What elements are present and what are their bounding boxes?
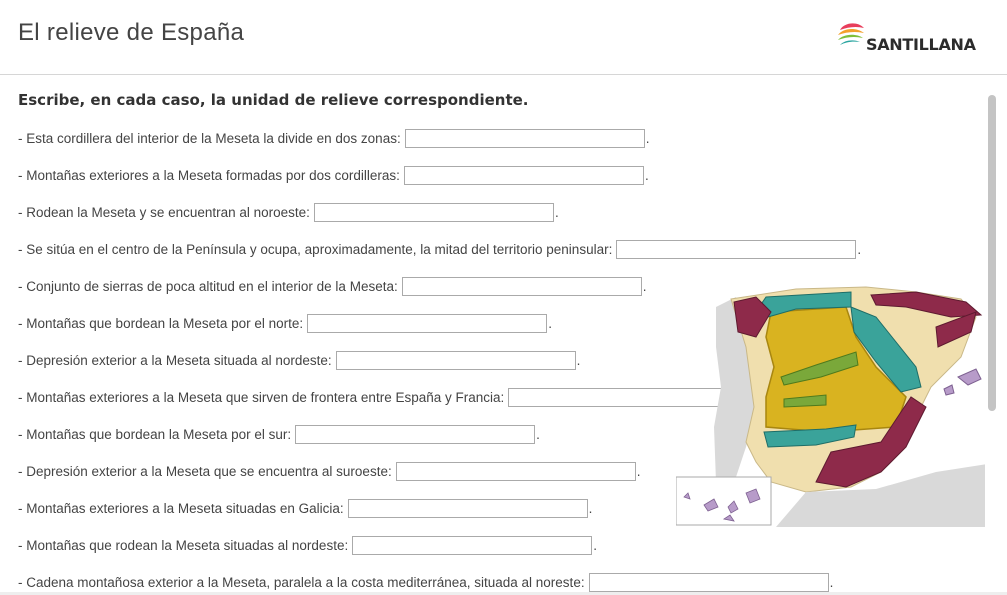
question-text: - Rodean la Meseta y se encuentran al no… xyxy=(18,204,310,220)
baleares xyxy=(957,368,982,386)
answer-input[interactable] xyxy=(335,350,576,370)
answer-input[interactable] xyxy=(403,165,644,185)
answer-input[interactable] xyxy=(395,461,636,481)
question-text: - Cadena montañosa exterior a la Meseta,… xyxy=(18,574,585,590)
question-text: - Montañas que rodean la Meseta situadas… xyxy=(18,537,349,553)
canarias-inset xyxy=(676,476,772,526)
spain-relief-map xyxy=(676,286,985,527)
question-row: - Montañas exteriores a la Meseta que si… xyxy=(18,386,753,408)
scrollbar[interactable] xyxy=(985,75,1007,595)
question-row: - Montañas exteriores a la Meseta formad… xyxy=(18,164,649,186)
question-text: - Depresión exterior a la Meseta que se … xyxy=(18,463,392,479)
question-text: - Montañas que bordean la Meseta por el … xyxy=(18,426,292,442)
period: . xyxy=(636,463,641,479)
answer-input[interactable] xyxy=(295,424,536,444)
period: . xyxy=(645,130,650,146)
scrollbar-thumb[interactable] xyxy=(988,95,996,411)
question-text: - Montañas exteriores a la Meseta formad… xyxy=(18,167,400,183)
question-row: - Se sitúa en el centro de la Península … xyxy=(18,238,861,260)
answer-input[interactable] xyxy=(616,239,857,259)
period: . xyxy=(576,352,581,368)
question-row: - Conjunto de sierras de poca altitud en… xyxy=(18,275,646,297)
period: . xyxy=(829,574,834,590)
question-text: - Depresión exterior a la Meseta situada… xyxy=(18,352,332,368)
question-row: - Rodean la Meseta y se encuentran al no… xyxy=(18,201,559,223)
period: . xyxy=(642,278,647,294)
period: . xyxy=(857,241,862,257)
answer-input[interactable] xyxy=(352,535,593,555)
logo-text: SANTILLANA xyxy=(866,35,976,54)
answer-input[interactable] xyxy=(401,276,642,296)
page-title: El relieve de España xyxy=(18,19,245,46)
question-text: - Montañas exteriores a la Meseta situad… xyxy=(18,500,344,516)
period: . xyxy=(588,500,593,516)
santillana-logo-icon xyxy=(838,23,864,45)
period: . xyxy=(644,167,649,183)
question-row: - Montañas que bordean la Meseta por el … xyxy=(18,423,540,445)
answer-input[interactable] xyxy=(347,498,588,518)
question-row: - Esta cordillera del interior de la Mes… xyxy=(18,127,649,149)
question-row: - Montañas que bordean la Meseta por el … xyxy=(18,312,552,334)
period: . xyxy=(536,426,540,442)
question-text: - Montañas exteriores a la Meseta que si… xyxy=(18,389,505,405)
question-text: - Se sitúa en el centro de la Península … xyxy=(18,241,613,257)
question-row: - Cadena montañosa exterior a la Meseta,… xyxy=(18,571,833,593)
santillana-logo: SANTILLANA xyxy=(836,20,986,58)
header: El relieve de España SANTILLANA xyxy=(0,0,1007,75)
period: . xyxy=(593,537,597,553)
answer-input[interactable] xyxy=(404,128,645,148)
answer-input[interactable] xyxy=(307,313,548,333)
exercise-content: Escribe, en cada caso, la unidad de reli… xyxy=(0,75,985,595)
instructions: Escribe, en cada caso, la unidad de reli… xyxy=(18,91,529,109)
question-row: - Depresión exterior a la Meseta situada… xyxy=(18,349,580,371)
ibiza xyxy=(943,384,955,396)
question-text: - Montañas que bordean la Meseta por el … xyxy=(18,315,304,331)
question-row: - Montañas que rodean la Meseta situadas… xyxy=(18,534,597,556)
period: . xyxy=(548,315,552,331)
question-row: - Depresión exterior a la Meseta que se … xyxy=(18,460,640,482)
answer-input[interactable] xyxy=(588,572,829,592)
period: . xyxy=(554,204,559,220)
question-row: - Montañas exteriores a la Meseta situad… xyxy=(18,497,592,519)
question-text: - Conjunto de sierras de poca altitud en… xyxy=(18,278,398,294)
question-text: - Esta cordillera del interior de la Mes… xyxy=(18,130,401,146)
answer-input[interactable] xyxy=(313,202,554,222)
